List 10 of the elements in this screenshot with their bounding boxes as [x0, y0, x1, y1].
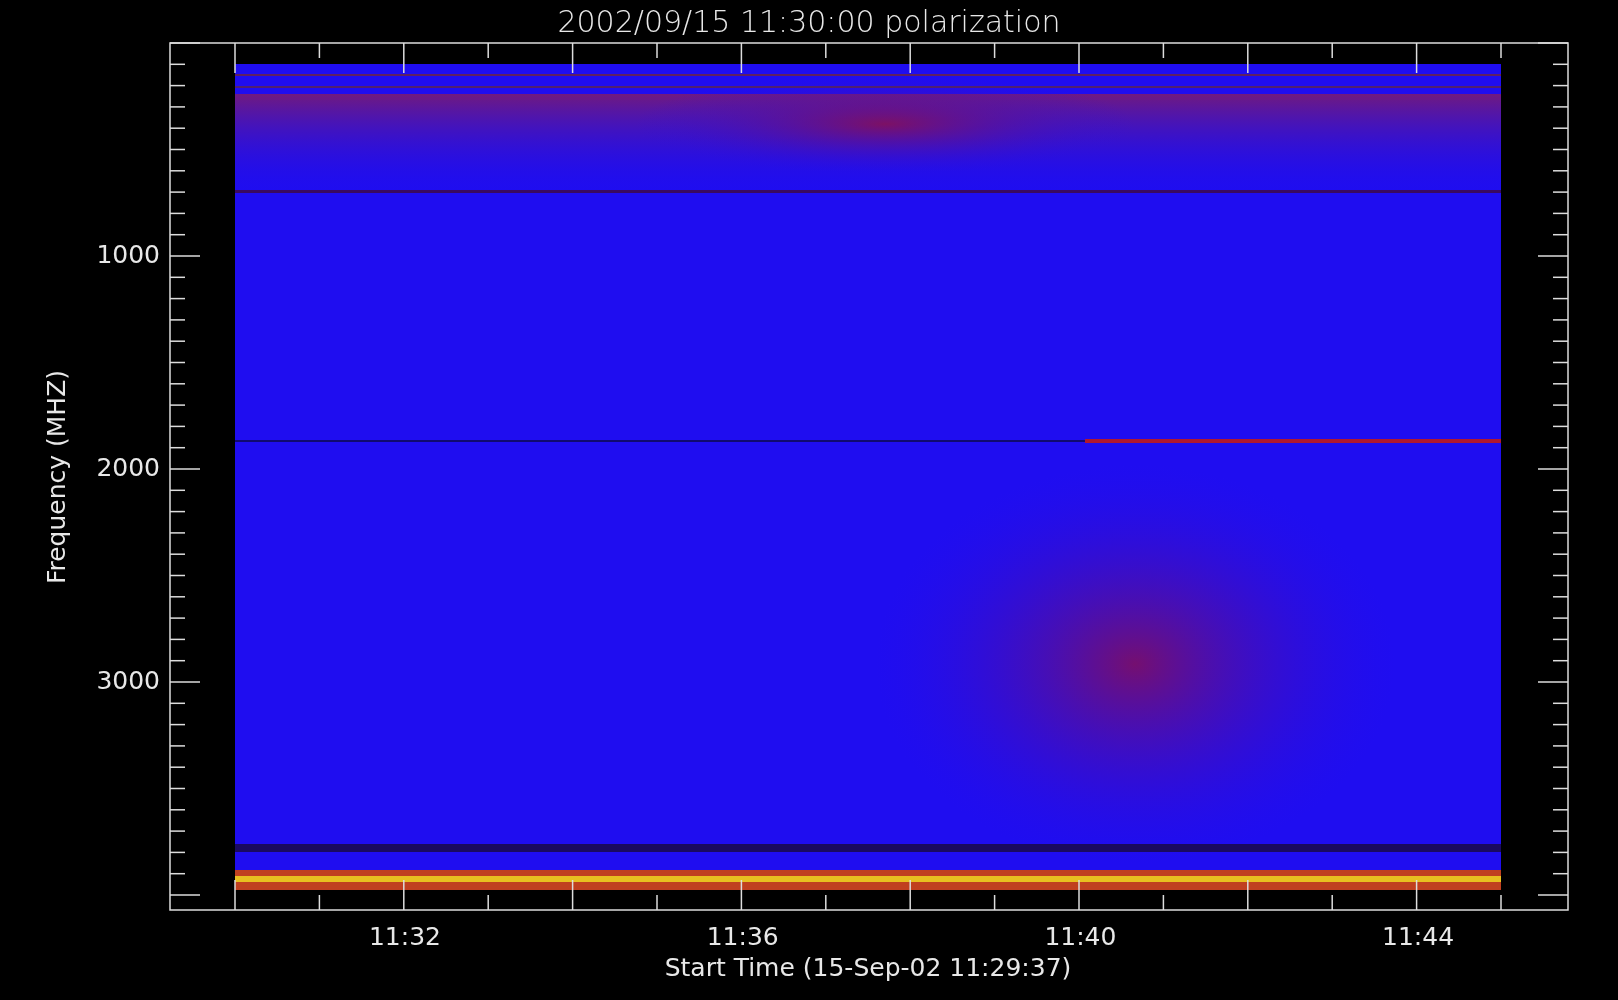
x-tick-label: 11:44: [1382, 922, 1455, 951]
x-tick-label: 11:36: [706, 922, 779, 951]
x-axis-label: Start Time (15-Sep-02 11:29:37): [664, 953, 1072, 982]
y-axis-label: Frequency (MHZ): [42, 369, 71, 585]
y-tick-label: 1000: [96, 240, 160, 269]
y-tick-label: 2000: [96, 453, 160, 482]
chart-title: 2002/09/15 11:30:00 polarization: [557, 4, 1061, 39]
x-tick-label: 11:32: [369, 922, 441, 951]
x-tick-label: 11:40: [1044, 922, 1117, 951]
y-tick-label: 3000: [96, 666, 160, 695]
